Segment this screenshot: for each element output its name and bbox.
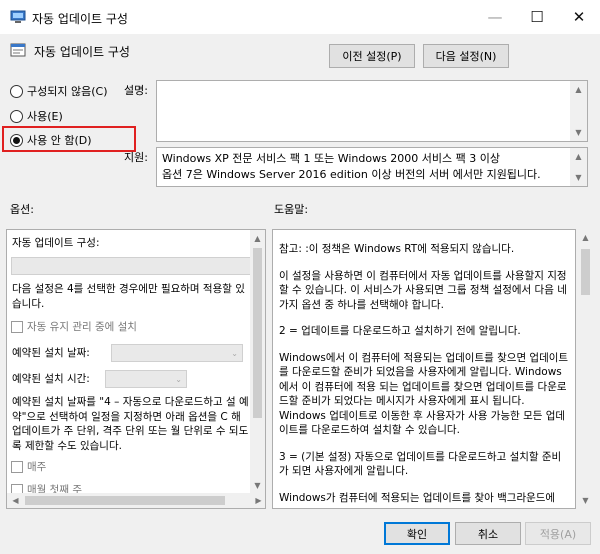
setting-name: 자동 업데이트 구성 xyxy=(34,45,130,59)
configure-dropdown[interactable] xyxy=(11,257,251,275)
scroll-up-icon[interactable]: ▲ xyxy=(577,229,594,246)
radio-label: 사용(E) xyxy=(27,110,63,123)
install-day-label: 예약된 설치 날짜: xyxy=(12,347,90,359)
description-scrollbar[interactable]: ▲ ▼ xyxy=(570,81,587,141)
checkbox-label: 자동 유지 관리 중에 설치 xyxy=(27,321,137,333)
help-paragraph: 이 설정을 사용하면 이 컴퓨터에서 자동 업데이트를 사용할지 지정할 수 있… xyxy=(279,269,567,311)
scroll-thumb[interactable] xyxy=(581,249,590,295)
help-panel: 참고: :이 정책은 Windows RT에 적용되지 않습니다. 이 설정을 … xyxy=(272,229,576,509)
install-time-label: 예약된 설치 시간: xyxy=(12,373,90,385)
help-paragraph: 2 = 업데이트를 다운로드하고 설치하기 전에 알립니다. xyxy=(279,325,521,337)
help-paragraph: 참고: :이 정책은 Windows RT에 적용되지 않습니다. xyxy=(279,243,515,255)
next-setting-button[interactable]: 다음 설정(N) xyxy=(423,44,509,68)
hscroll-thumb[interactable] xyxy=(25,496,225,505)
help-scrollbar[interactable]: ▲ ▼ xyxy=(577,229,594,509)
title-bar: 자동 업데이트 구성 — ☐ ✕ xyxy=(0,0,600,34)
scroll-up-icon[interactable]: ▲ xyxy=(250,230,265,247)
supported-box[interactable]: Windows XP 전문 서비스 팩 1 또는 Windows 2000 서비… xyxy=(156,147,588,187)
red-highlight-box xyxy=(2,126,136,152)
options-note: 다음 설정은 4를 선택한 경우에만 필요하며 적용할 있습니다. xyxy=(12,283,245,310)
schedule-note: 예약된 설치 날짜를 "4 – 자동으로 다운로드하고 설 예약"으로 선택하여… xyxy=(12,396,249,452)
window-title: 자동 업데이트 구성 xyxy=(32,12,128,26)
supported-scrollbar[interactable]: ▲ ▼ xyxy=(570,148,587,186)
maintenance-checkbox[interactable]: 자동 유지 관리 중에 설치 xyxy=(11,320,137,335)
supported-label: 지원: xyxy=(124,151,148,164)
checkbox-label: 매주 xyxy=(27,461,47,473)
description-label: 설명: xyxy=(124,84,148,97)
checkbox-icon[interactable] xyxy=(11,461,23,474)
radio-button[interactable] xyxy=(10,84,23,98)
scroll-down-icon[interactable]: ▼ xyxy=(570,124,587,141)
radio-enabled[interactable]: 사용(E) xyxy=(10,108,63,124)
scroll-up-icon[interactable]: ▲ xyxy=(570,148,587,165)
scroll-down-icon[interactable]: ▼ xyxy=(570,169,587,186)
install-day-dropdown[interactable]: ⌄ xyxy=(111,344,243,362)
checkbox-icon[interactable] xyxy=(11,321,23,334)
help-paragraph: 3 = (기본 설정) 자동으로 업데이트를 다운로드하고 설치할 준비가 되면… xyxy=(279,450,562,478)
radio-not-configured[interactable]: 구성되지 않음(C) xyxy=(10,83,107,99)
apply-button[interactable]: 적용(A) xyxy=(525,522,591,545)
radio-label: 구성되지 않음(C) xyxy=(27,85,108,98)
weekly-checkbox[interactable]: 매주 xyxy=(11,460,46,475)
help-paragraph: Windows에서 이 컴퓨터에 적용되는 업데이트를 찾으면 업데이트를 다운… xyxy=(279,351,569,437)
scroll-thumb[interactable] xyxy=(253,248,262,418)
options-hscrollbar[interactable]: ◀ ▶ xyxy=(7,493,265,508)
scroll-up-icon[interactable]: ▲ xyxy=(570,81,587,98)
prev-setting-button[interactable]: 이전 설정(P) xyxy=(329,44,415,68)
help-paragraph: Windows가 컴퓨터에 적용되는 업데이트를 찾아 백그라운드에 xyxy=(279,491,556,504)
install-time-dropdown[interactable]: ⌄ xyxy=(105,370,187,388)
scroll-down-icon[interactable]: ▼ xyxy=(250,477,265,494)
scroll-down-icon[interactable]: ▼ xyxy=(577,492,594,509)
scroll-left-icon[interactable]: ◀ xyxy=(7,493,24,508)
options-vscrollbar[interactable]: ▲ ▼ xyxy=(250,230,265,494)
ok-button[interactable]: 확인 xyxy=(384,522,450,545)
close-button[interactable]: ✕ xyxy=(556,0,600,34)
options-panel[interactable]: 자동 업데이트 구성: 다음 설정은 4를 선택한 경우에만 필요하며 적용할 … xyxy=(6,229,266,509)
scroll-right-icon[interactable]: ▶ xyxy=(250,493,265,508)
cancel-button[interactable]: 취소 xyxy=(455,522,521,545)
supported-line-2: 옵션 7은 Windows Server 2016 edition 이상 버전의… xyxy=(162,168,541,181)
configure-label: 자동 업데이트 구성: xyxy=(12,237,100,249)
policy-icon xyxy=(10,10,26,23)
options-label: 옵션: xyxy=(10,203,34,216)
minimize-button[interactable]: — xyxy=(472,0,518,34)
maximize-button[interactable]: ☐ xyxy=(514,0,560,34)
help-label: 도움말: xyxy=(274,203,309,216)
description-box[interactable]: ▲ ▼ xyxy=(156,80,588,142)
supported-line-1: Windows XP 전문 서비스 팩 1 또는 Windows 2000 서비… xyxy=(162,152,501,165)
setting-icon xyxy=(10,43,26,57)
radio-button[interactable] xyxy=(10,109,23,123)
